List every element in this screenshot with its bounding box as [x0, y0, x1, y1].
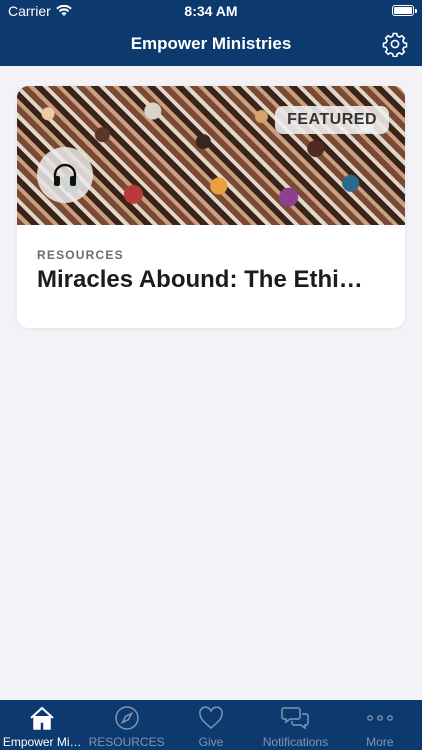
settings-button[interactable] — [382, 31, 408, 58]
featured-card[interactable]: FEATURED RESOURCES Miracles Abound: The … — [17, 86, 405, 328]
audio-badge — [37, 147, 93, 203]
card-title: Miracles Abound: The Ethi… — [37, 266, 363, 293]
tab-resources-label: RESOURCES — [88, 735, 165, 749]
more-icon — [366, 715, 393, 721]
navigation-bar: Empower Ministries — [0, 22, 422, 66]
tab-home-label: Empower Mi… — [2, 735, 82, 749]
tab-notifications-label: Notifications — [262, 735, 329, 749]
card-category: RESOURCES — [37, 248, 124, 262]
compass-icon — [114, 706, 139, 730]
chat-icon — [281, 707, 310, 730]
featured-badge: FEATURED — [275, 106, 389, 134]
tab-notifications[interactable]: Notifications — [253, 700, 337, 750]
status-time: 8:34 AM — [184, 3, 238, 19]
home-icon — [30, 706, 54, 730]
gear-icon — [382, 32, 408, 58]
tab-give[interactable]: Give — [169, 700, 253, 750]
tab-give-label: Give — [198, 735, 224, 749]
headphones-icon — [53, 163, 77, 186]
heart-icon — [199, 706, 223, 729]
tab-bar: Empower Mi… RESOURCES Give Notifications… — [0, 700, 422, 750]
battery-icon — [392, 5, 417, 16]
tab-more-label: More — [366, 735, 394, 749]
page-title: Empower Ministries — [130, 34, 292, 53]
tab-more[interactable]: More — [338, 700, 422, 750]
tab-resources[interactable]: RESOURCES — [84, 700, 168, 750]
status-bar: Carrier 8:34 AM — [0, 0, 422, 22]
tab-home[interactable]: Empower Mi… — [0, 700, 84, 750]
